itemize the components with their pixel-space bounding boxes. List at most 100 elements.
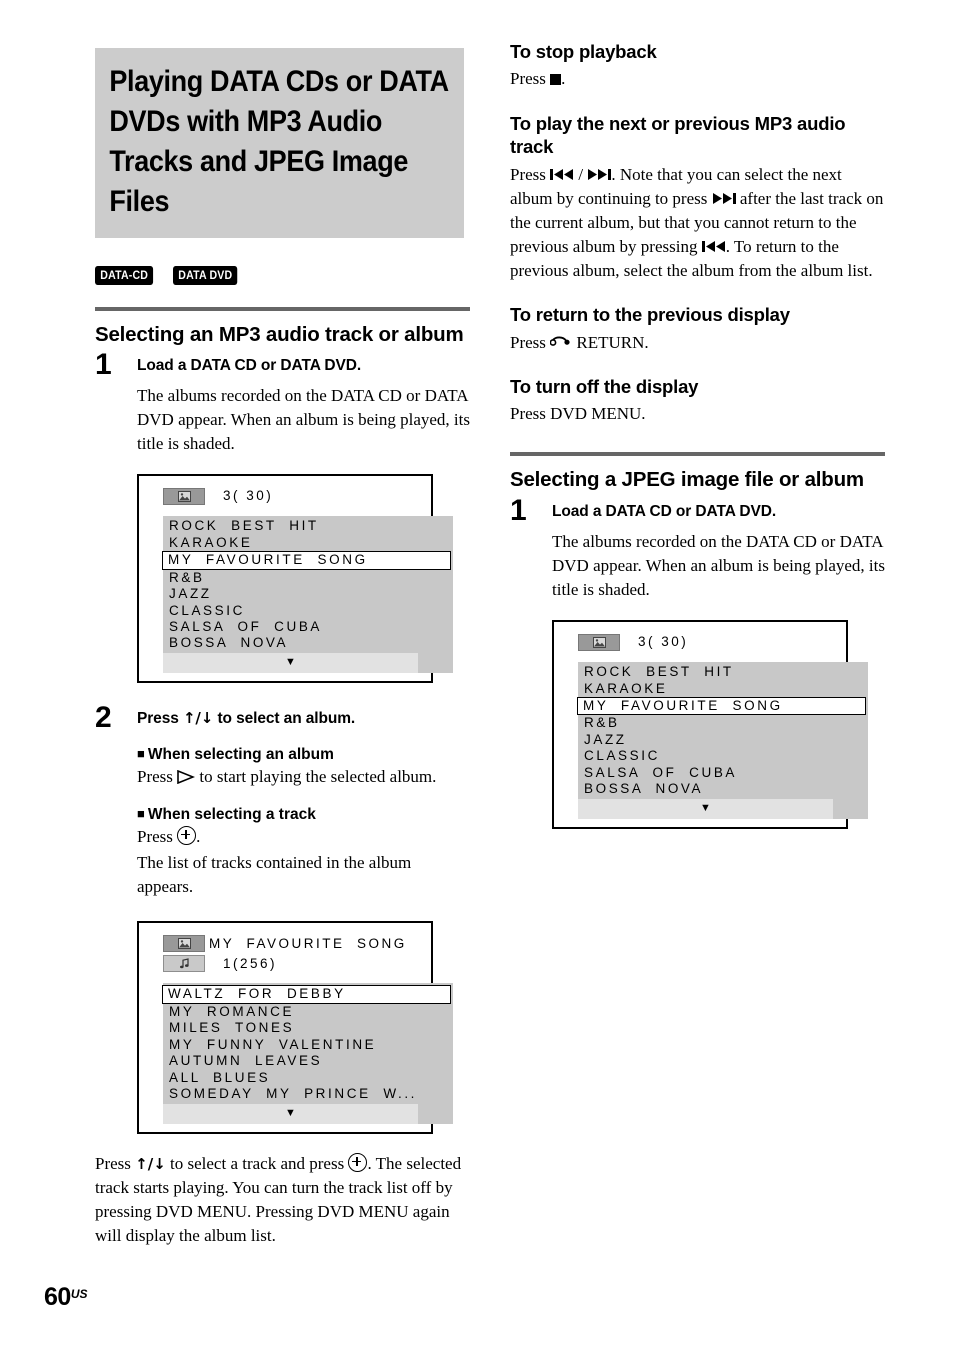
text-prefix: Press bbox=[95, 1153, 136, 1173]
heading-turn-off-display: To turn off the display bbox=[510, 375, 699, 397]
track-list-panel: WALTZ FOR DEBBY MY ROMANCE MILES TONES M… bbox=[162, 983, 453, 1124]
jpeg-album-list-screen: 3( 30) ROCK BEST HIT KARAOKE MY FAVOURIT… bbox=[552, 620, 868, 829]
step-title-suffix: to select an album. bbox=[213, 709, 356, 727]
list-item[interactable]: BOSSA NOVA bbox=[578, 781, 868, 797]
page-number-value: 60 bbox=[44, 1283, 71, 1311]
left-column: Playing DATA CDs or DATA DVDs with MP3 A… bbox=[95, 48, 470, 1250]
list-item[interactable]: SALSA OF CUBA bbox=[578, 765, 868, 781]
screen-frame: 3( 30) ROCK BEST HIT KARAOKE MY FAVOURIT… bbox=[552, 620, 868, 829]
album-image-icon bbox=[578, 634, 620, 652]
step-number: 1 bbox=[510, 493, 527, 527]
list-item[interactable]: ROCK BEST HIT bbox=[578, 664, 868, 680]
step-2: 2 Press ↑/↓ to select an album. ■ When se… bbox=[95, 702, 470, 1249]
step-body: The albums recorded on the DATA CD or DA… bbox=[137, 385, 470, 454]
list-item[interactable]: SALSA OF CUBA bbox=[163, 619, 453, 635]
album-image-icon bbox=[163, 488, 205, 506]
scroll-down-marker[interactable]: ▼ bbox=[578, 798, 833, 819]
section-heading-jpeg: Selecting a JPEG image file or album bbox=[510, 468, 864, 492]
square-bullet-icon: ■ bbox=[137, 806, 145, 822]
stop-playback-text: Press . bbox=[510, 67, 885, 91]
text-prefix: Press bbox=[137, 766, 178, 786]
text-prefix: Press bbox=[137, 827, 178, 847]
text-suffix: RETURN. bbox=[572, 332, 649, 352]
screen-frame: MY FAVOURITE SONG 1(256) WALTZ FOR DEBBY… bbox=[137, 921, 453, 1134]
previous-display-text: Press RETURN. bbox=[510, 331, 885, 355]
list-item[interactable]: AUTUMN LEAVES bbox=[163, 1053, 453, 1069]
list-item[interactable]: CLASSIC bbox=[578, 748, 868, 764]
text-part-2: / bbox=[574, 164, 588, 184]
subhead-when-selecting-track: ■ When selecting a track bbox=[137, 806, 470, 824]
page-number: 60US bbox=[44, 1283, 87, 1312]
when-selecting-track-text: Press . bbox=[137, 825, 470, 849]
music-note-icon bbox=[163, 955, 205, 973]
list-item[interactable]: MY FUNNY VALENTINE bbox=[163, 1037, 453, 1053]
list-item[interactable]: KARAOKE bbox=[578, 681, 868, 697]
album-count: 3( 30) bbox=[638, 634, 689, 650]
text-prefix: Press bbox=[510, 332, 551, 352]
screen-header-line-1: MY FAVOURITE SONG bbox=[163, 935, 431, 953]
scroll-down-marker[interactable]: ▼ bbox=[163, 1103, 418, 1124]
list-item[interactable]: ALL BLUES bbox=[163, 1070, 453, 1086]
screen-header: MY FAVOURITE SONG 1(256) bbox=[139, 933, 431, 973]
badge-data-dvd: DATA DVD bbox=[173, 265, 238, 285]
list-item[interactable]: CLASSIC bbox=[163, 603, 453, 619]
list-item[interactable]: JAZZ bbox=[163, 586, 453, 602]
list-item[interactable]: JAZZ bbox=[578, 732, 868, 748]
text-suffix: . bbox=[561, 69, 566, 89]
step-number: 2 bbox=[95, 700, 112, 734]
up-down-arrow-icon: ↑/↓ bbox=[182, 708, 214, 727]
list-item-selected[interactable]: MY FAVOURITE SONG bbox=[162, 551, 451, 570]
list-item-selected[interactable]: MY FAVOURITE SONG bbox=[577, 697, 866, 716]
list-item-selected[interactable]: WALTZ FOR DEBBY bbox=[162, 985, 451, 1004]
text-suffix: to start playing the selected album. bbox=[195, 766, 437, 786]
previous-track-icon bbox=[701, 240, 726, 253]
page-region-suffix: US bbox=[70, 1287, 88, 1301]
turn-off-display-text: Press DVD MENU. bbox=[510, 404, 646, 424]
enter-plus-icon bbox=[177, 826, 197, 846]
media-badge-row: DATA-CD DATA DVD bbox=[95, 265, 470, 285]
list-item[interactable]: SOMEDAY MY PRINCE W... bbox=[163, 1086, 453, 1102]
screen-header-line-2: 1(256) bbox=[163, 955, 431, 973]
step-title: Load a DATA CD or DATA DVD. bbox=[552, 502, 777, 520]
section-divider bbox=[95, 306, 470, 311]
play-icon bbox=[177, 769, 196, 784]
next-track-icon bbox=[712, 192, 736, 205]
up-down-arrow-icon: ↑/↓ bbox=[135, 1154, 166, 1173]
when-selecting-album-text: Press to start playing the selected albu… bbox=[137, 765, 470, 789]
track-list-appears-note: The list of tracks contained in the albu… bbox=[137, 853, 412, 897]
album-image-icon bbox=[163, 935, 205, 953]
closing-instruction: Press ↑/↓ to select a track and press . … bbox=[95, 1152, 470, 1249]
album-list-panel: ROCK BEST HIT KARAOKE MY FAVOURITE SONG … bbox=[162, 516, 453, 673]
manual-page: Playing DATA CDs or DATA DVDs with MP3 A… bbox=[0, 0, 954, 1352]
return-arrow-icon bbox=[550, 335, 572, 350]
subhead-label: When selecting an album bbox=[147, 745, 334, 763]
scroll-down-marker[interactable]: ▼ bbox=[163, 652, 418, 673]
step-title-prefix: Press bbox=[137, 709, 183, 727]
section-heading-mp3: Selecting an MP3 audio track or album bbox=[95, 322, 464, 346]
screen-header: 3( 30) bbox=[554, 632, 846, 652]
list-item[interactable]: ROCK BEST HIT bbox=[163, 518, 453, 534]
list-item[interactable]: MILES TONES bbox=[163, 1020, 453, 1036]
list-item[interactable]: KARAOKE bbox=[163, 535, 453, 551]
section-divider bbox=[510, 452, 885, 457]
text-mid: to select a track and press bbox=[165, 1153, 349, 1173]
step-number: 1 bbox=[95, 347, 112, 381]
subhead-when-selecting-album: ■ When selecting an album bbox=[137, 746, 470, 764]
step-title: Press ↑/↓ to select an album. bbox=[137, 709, 470, 729]
track-screen-album-title: MY FAVOURITE SONG bbox=[209, 936, 407, 952]
list-item[interactable]: R&B bbox=[163, 570, 453, 586]
subhead-label: When selecting a track bbox=[147, 806, 316, 824]
list-item[interactable]: R&B bbox=[578, 715, 868, 731]
heading-stop-playback: To stop playback bbox=[510, 41, 657, 62]
right-column: To stop playback Press . To play the nex… bbox=[510, 40, 885, 829]
next-previous-track-text: Press / . Note that you can select the n… bbox=[510, 163, 885, 284]
heading-next-previous-track: To play the next or previous MP3 audio t… bbox=[510, 112, 846, 158]
list-item[interactable]: BOSSA NOVA bbox=[163, 635, 453, 651]
list-item[interactable]: MY ROMANCE bbox=[163, 1004, 453, 1020]
screen-header: 3( 30) bbox=[139, 486, 431, 506]
chapter-title: Playing DATA CDs or DATA DVDs with MP3 A… bbox=[95, 48, 464, 238]
album-list-screen: 3( 30) ROCK BEST HIT KARAOKE MY FAVOURIT… bbox=[137, 474, 453, 683]
previous-track-icon bbox=[550, 168, 574, 181]
badge-data-cd: DATA-CD bbox=[95, 265, 154, 285]
enter-plus-icon bbox=[348, 1152, 368, 1172]
